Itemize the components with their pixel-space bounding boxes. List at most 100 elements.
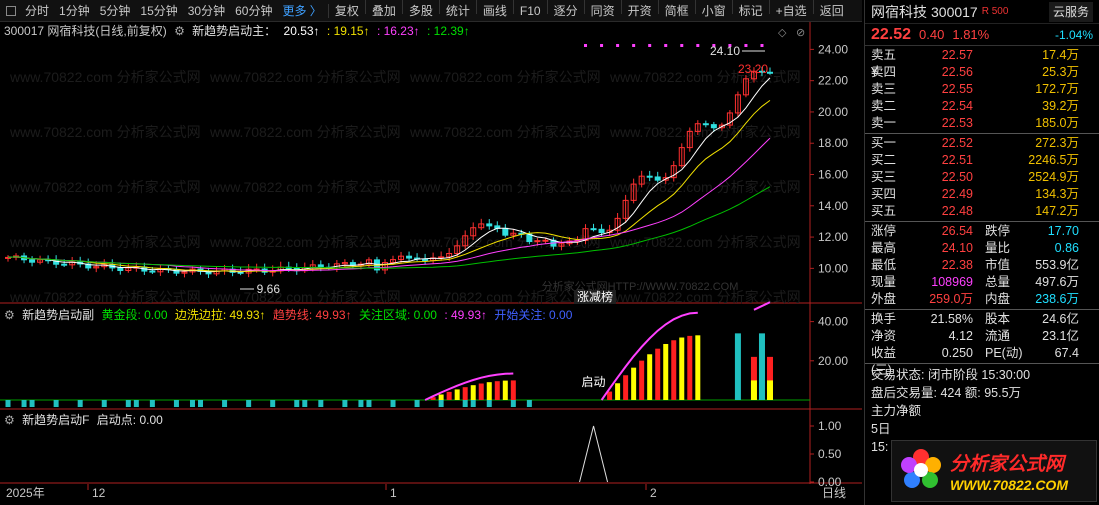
bid-price: 22.51 (941, 153, 973, 167)
ask-label: 卖五 ¥ (871, 48, 897, 79)
stat-label: 收益(三) (871, 346, 897, 377)
quote-panel: 网宿科技 300017 R 500 云服务 22.52 0.40 1.81% -… (864, 0, 1099, 505)
toolbar-action-9[interactable]: 简框 (660, 0, 694, 22)
candle-body (29, 259, 36, 263)
hide-icon: ⊘ (796, 27, 805, 39)
toolbar-action-12[interactable]: +自选 (771, 0, 812, 22)
stat-label: 内盘 (985, 292, 1011, 306)
ask-row[interactable]: 卖四 22.56 25.3万 (865, 64, 1099, 81)
period-tab-2[interactable]: 5分钟 (95, 0, 136, 22)
bid-row[interactable]: 买一 22.52 272.3万 (865, 135, 1099, 152)
period-tab-0[interactable]: 分时 (20, 0, 54, 22)
sub1-item-3: 趋势线: 49.93↑ (272, 308, 352, 322)
bid-volume: 2246.5万 (1028, 153, 1079, 167)
kline-chart-canvas[interactable]: www.70822.com 分析家公式网 www.70822.com 分析家公式网… (0, 22, 862, 505)
ask-row[interactable]: 卖一 22.53 185.0万 (865, 115, 1099, 132)
ask-row[interactable]: 卖二 22.54 39.2万 (865, 98, 1099, 115)
stat-value: 553.9亿 (1035, 258, 1079, 272)
stat-row: 最高 24.10 量比 0.86 (865, 240, 1099, 257)
x-axis-label: 1 (390, 486, 397, 500)
ask-price: 22.54 (941, 99, 973, 113)
sub1-bar (655, 348, 661, 400)
logo-text-cn: 分析家公式网 (950, 454, 1065, 475)
toolbar-action-8[interactable]: 开资 (623, 0, 657, 22)
toolbar-action-7[interactable]: 同资 (586, 0, 620, 22)
sub1-bar (494, 381, 500, 400)
panel-toggle-icon[interactable] (6, 5, 16, 16)
toolbar-action-3[interactable]: 统计 (441, 0, 475, 22)
period-tab-1[interactable]: 1分钟 (54, 0, 95, 22)
toolbar-action-0[interactable]: 复权 (330, 0, 364, 22)
sub1-neg-bar (510, 400, 516, 407)
toolbar-action-1[interactable]: 叠加 (367, 0, 401, 22)
sub1-cyan-bar (758, 333, 765, 400)
period-tab-4[interactable]: 30分钟 (183, 0, 230, 22)
toolbar-divider (546, 0, 548, 14)
ask-row[interactable]: 卖五 ¥ 22.57 17.4万 (865, 47, 1099, 79)
toolbar-action-10[interactable]: 小窗 (697, 0, 731, 22)
period-tab-5[interactable]: 60分钟 (230, 0, 277, 22)
sub1-neg-bar (366, 400, 372, 407)
sub1-bar (446, 391, 452, 400)
bid-row[interactable]: 买四 22.49 134.3万 (865, 186, 1099, 203)
more-periods-button[interactable]: 更多 〉 (277, 0, 326, 22)
toolbar-action-5[interactable]: F10 (515, 0, 546, 22)
toolbar-divider (812, 0, 814, 14)
toolbar-action-4[interactable]: 画线 (478, 0, 512, 22)
watermark-text: www.70822.com 分析家公式网 (209, 234, 401, 250)
bid-book: 买一 22.52 272.3万 买二 22.51 2246.5万 买三 22.50 2524.9… (865, 134, 1099, 222)
candle-body (502, 227, 509, 236)
watermark-text: www.70822.com 分析家公式网 (609, 234, 801, 250)
toolbar-action-11[interactable]: 标记 (734, 0, 768, 22)
sub1-neg-bar (302, 400, 308, 407)
sub2-item-1: 启动点: 0.00 (96, 413, 163, 427)
diamond-icon: ◇ (778, 27, 787, 39)
ask-volume: 172.7万 (1035, 82, 1079, 96)
period-tab-3[interactable]: 15分钟 (135, 0, 182, 22)
toolbar-action-6[interactable]: 逐分 (549, 0, 583, 22)
period-tabs: 分时 1分钟 5分钟 15分钟 30分钟 60分钟 (20, 0, 277, 22)
toolbar-action-2[interactable]: 多股 (404, 0, 438, 22)
sub2-settings-icon[interactable]: ⚙ (4, 413, 15, 427)
kline-chart-area[interactable]: www.70822.com 分析家公式网 www.70822.com 分析家公式网… (0, 22, 862, 505)
stat-row: 收益(三) 0.250 PE(动) 67.4 (865, 345, 1099, 377)
sub1-bar (663, 343, 669, 400)
toolbar-divider (768, 0, 770, 14)
toolbar-divider (327, 3, 329, 18)
stat-value: 67.4 (1054, 346, 1079, 360)
watermark-text: www.70822.com 分析家公式网 (209, 179, 401, 195)
sub1-neg-bar (101, 400, 107, 407)
sub1-neg-bar (486, 400, 492, 407)
stat-label: 最高 (871, 241, 897, 255)
sub1-settings-icon[interactable]: ⚙ (4, 308, 15, 322)
sub1-item-6: 开始关注: 0.00 (494, 308, 573, 322)
y-tick-label: 14.00 (818, 199, 848, 213)
sub1-bar (767, 380, 773, 400)
toolbar-action-13[interactable]: 返回 (815, 0, 849, 22)
bid-volume: 272.3万 (1035, 136, 1079, 150)
ask-row[interactable]: 卖三 22.55 172.7万 (865, 81, 1099, 98)
watermark-text: www.70822.com 分析家公式网 (609, 179, 801, 195)
sub1-legend: ⚙ 新趋势启动副 黄金段: 0.00 边洗边拉: 49.93↑ 趋势线: 49.… (4, 307, 576, 323)
bid-row[interactable]: 买五 22.48 147.2万 (865, 203, 1099, 220)
bid-row[interactable]: 买三 22.50 2524.9万 (865, 169, 1099, 186)
sub1-neg-bar (133, 400, 139, 407)
sub1-bar (486, 382, 492, 400)
stats-block-b: 换手 21.58% 股本 24.6亿 净资 4.12 流通 23.1亿 收益(三) 0.250 PE… (865, 310, 1099, 377)
y-tick-label: 22.00 (818, 74, 848, 88)
settings-icon[interactable]: ⚙ (174, 24, 185, 38)
sub1-neg-bar (342, 400, 348, 407)
watermark-text: www.70822.com 分析家公式网 (409, 124, 601, 140)
stat-row: 外盘 259.0万 内盘 238.6万 (865, 291, 1099, 308)
candle-body (702, 123, 709, 126)
sub1-item-1: 黄金段: 0.00 (101, 308, 168, 322)
y-tick-label: 12.00 (818, 230, 848, 244)
signal-dot (664, 44, 668, 47)
logo-text-url: WWW.70822.COM (950, 477, 1068, 493)
stat-value: 24.10 (941, 241, 973, 255)
bid-row[interactable]: 买二 22.51 2246.5万 (865, 152, 1099, 169)
stat-value: 0.250 (941, 346, 973, 360)
main-indicator-name: 新趋势启动主： (192, 24, 277, 38)
cloud-service-button[interactable]: 云服务 (1049, 1, 1093, 22)
stat-label: 总量 (985, 275, 1011, 289)
